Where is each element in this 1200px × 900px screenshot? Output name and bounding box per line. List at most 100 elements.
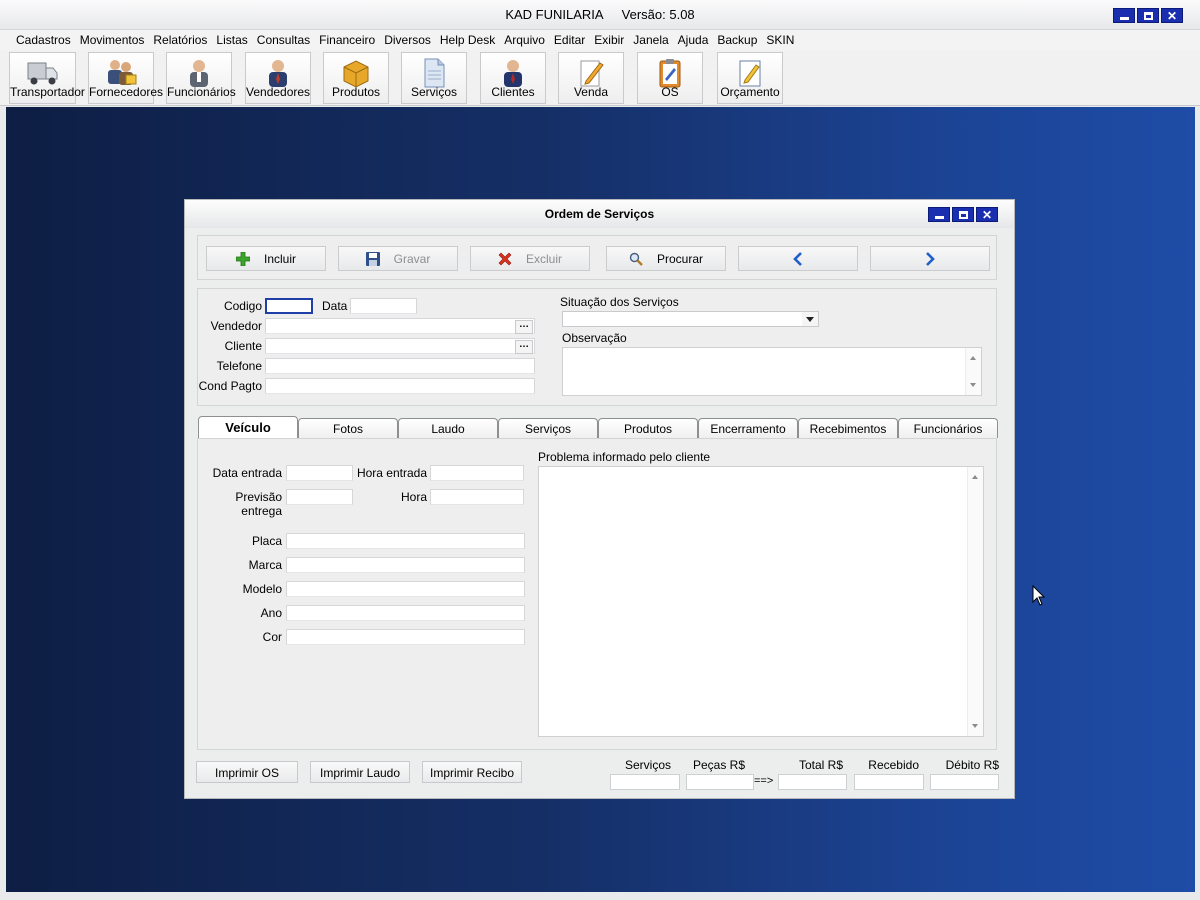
toolbar-venda-label: Venda <box>573 85 609 99</box>
excluir-button[interactable]: Excluir <box>470 246 590 271</box>
toolbar-fornecedores-button[interactable]: Fornecedores <box>88 52 163 104</box>
debito-field[interactable] <box>930 774 999 790</box>
menu-help-desk[interactable]: Help Desk <box>440 33 495 47</box>
cor-label: Cor <box>262 630 282 644</box>
dialog-minimize-button[interactable] <box>928 207 950 222</box>
tab-funcionarios[interactable]: Funcionários <box>898 418 998 438</box>
observacao-scrollbar[interactable] <box>965 348 981 395</box>
menu-editar[interactable]: Editar <box>554 33 585 47</box>
vendedor-label: Vendedor <box>210 319 262 333</box>
menu-relatorios[interactable]: Relatórios <box>153 33 207 47</box>
dialog-close-button[interactable]: ✕ <box>976 207 998 222</box>
recebido-field[interactable] <box>854 774 924 790</box>
vendedor-lookup-button[interactable]: … <box>515 320 533 334</box>
procurar-button[interactable]: Procurar <box>606 246 726 271</box>
toolbar-orcamento-button[interactable]: Orçamento <box>717 52 783 104</box>
dialog-titlebar[interactable]: Ordem de Serviços ✕ <box>185 200 1014 228</box>
tab-produtos[interactable]: Produtos <box>598 418 698 438</box>
imprimir-recibo-button[interactable]: Imprimir Recibo <box>422 761 522 783</box>
tab-veiculo-label: Veículo <box>225 420 271 435</box>
app-name: KAD FUNILARIA <box>505 7 604 22</box>
tab-encerramento[interactable]: Encerramento <box>698 418 798 438</box>
pecas-total-field[interactable] <box>686 774 754 790</box>
tab-fotos[interactable]: Fotos <box>298 418 398 438</box>
cond-pagto-label: Cond Pagto <box>198 379 262 393</box>
menu-bar: Cadastros Movimentos Relatórios Listas C… <box>0 30 1200 50</box>
placa-label: Placa <box>251 534 282 548</box>
menu-skin[interactable]: SKIN <box>766 33 794 47</box>
data-entrada-field[interactable] <box>286 465 353 481</box>
toolbar-servicos-label: Serviços <box>410 85 457 99</box>
hora-entrada-label: Hora entrada <box>356 466 427 480</box>
tab-produtos-label: Produtos <box>623 422 673 436</box>
problema-label: Problema informado pelo cliente <box>538 450 711 464</box>
menu-backup[interactable]: Backup <box>717 33 757 47</box>
cliente-lookup-button[interactable]: … <box>515 340 533 354</box>
problema-textarea[interactable] <box>538 466 984 737</box>
cor-field[interactable] <box>286 629 525 645</box>
menu-janela[interactable]: Janela <box>633 33 668 47</box>
tab-recebimentos[interactable]: Recebimentos <box>798 418 898 438</box>
toolbar-vendedores-button[interactable]: Vendedores <box>245 52 311 104</box>
vendedor-field[interactable] <box>265 318 535 334</box>
toolbar-clientes-button[interactable]: Clientes <box>480 52 546 104</box>
incluir-button[interactable]: Incluir <box>206 246 326 271</box>
toolbar-vendedores-label: Vendedores <box>246 85 311 99</box>
hora-field[interactable] <box>430 489 524 505</box>
gravar-button[interactable]: Gravar <box>338 246 458 271</box>
menu-financeiro[interactable]: Financeiro <box>319 33 375 47</box>
menu-cadastros[interactable]: Cadastros <box>16 33 71 47</box>
menu-ajuda[interactable]: Ajuda <box>678 33 709 47</box>
data-field[interactable] <box>350 298 417 314</box>
toolbar-funcionarios-button[interactable]: Funcionários <box>166 52 236 104</box>
codigo-field[interactable] <box>265 298 313 314</box>
maximize-icon <box>958 210 968 219</box>
hora-entrada-field[interactable] <box>430 465 524 481</box>
previous-record-button[interactable] <box>738 246 858 271</box>
menu-arquivo[interactable]: Arquivo <box>504 33 545 47</box>
modelo-label: Modelo <box>242 582 282 596</box>
toolbar-transportador-button[interactable]: Transportador <box>9 52 85 104</box>
next-record-button[interactable] <box>870 246 990 271</box>
situacao-select[interactable] <box>562 311 819 327</box>
scroll-up-icon <box>970 356 976 360</box>
modelo-field[interactable] <box>286 581 525 597</box>
tab-laudo[interactable]: Laudo <box>398 418 498 438</box>
menu-diversos[interactable]: Diversos <box>384 33 431 47</box>
total-field[interactable] <box>778 774 847 790</box>
cond-pagto-field[interactable] <box>265 378 535 394</box>
menu-exibir[interactable]: Exibir <box>594 33 624 47</box>
previsao-entrega-field[interactable] <box>286 489 353 505</box>
maximize-button[interactable] <box>1137 8 1159 23</box>
menu-listas[interactable]: Listas <box>216 33 247 47</box>
placa-field[interactable] <box>286 533 525 549</box>
marca-field[interactable] <box>286 557 525 573</box>
problema-scrollbar[interactable] <box>967 467 983 736</box>
imprimir-os-button[interactable]: Imprimir OS <box>196 761 298 783</box>
menu-movimentos[interactable]: Movimentos <box>80 33 145 47</box>
dialog-maximize-button[interactable] <box>952 207 974 222</box>
close-button[interactable]: ✕ <box>1161 8 1183 23</box>
toolbar-venda-button[interactable]: Venda <box>558 52 624 104</box>
telefone-field[interactable] <box>265 358 535 374</box>
debito-label: Débito R$ <box>945 758 999 772</box>
mouse-cursor-icon <box>1032 585 1046 606</box>
servicos-total-field[interactable] <box>610 774 680 790</box>
toolbar-servicos-button[interactable]: Serviços <box>401 52 467 104</box>
observacao-textarea[interactable] <box>562 347 982 396</box>
ano-field[interactable] <box>286 605 525 621</box>
marca-label: Marca <box>248 558 282 572</box>
data-label: Data <box>322 299 348 313</box>
cliente-label: Cliente <box>224 339 262 353</box>
toolbar-clientes-label: Clientes <box>491 85 535 99</box>
app-title: KAD FUNILARIA Versão: 5.08 <box>0 7 1200 22</box>
close-icon: ✕ <box>981 207 993 222</box>
cliente-field[interactable] <box>265 338 535 354</box>
toolbar-produtos-button[interactable]: Produtos <box>323 52 389 104</box>
minimize-button[interactable] <box>1113 8 1135 23</box>
imprimir-laudo-button[interactable]: Imprimir Laudo <box>310 761 410 783</box>
tab-veiculo[interactable]: Veículo <box>198 416 298 438</box>
toolbar-os-button[interactable]: OS <box>637 52 703 104</box>
tab-servicos[interactable]: Serviços <box>498 418 598 438</box>
menu-consultas[interactable]: Consultas <box>257 33 310 47</box>
